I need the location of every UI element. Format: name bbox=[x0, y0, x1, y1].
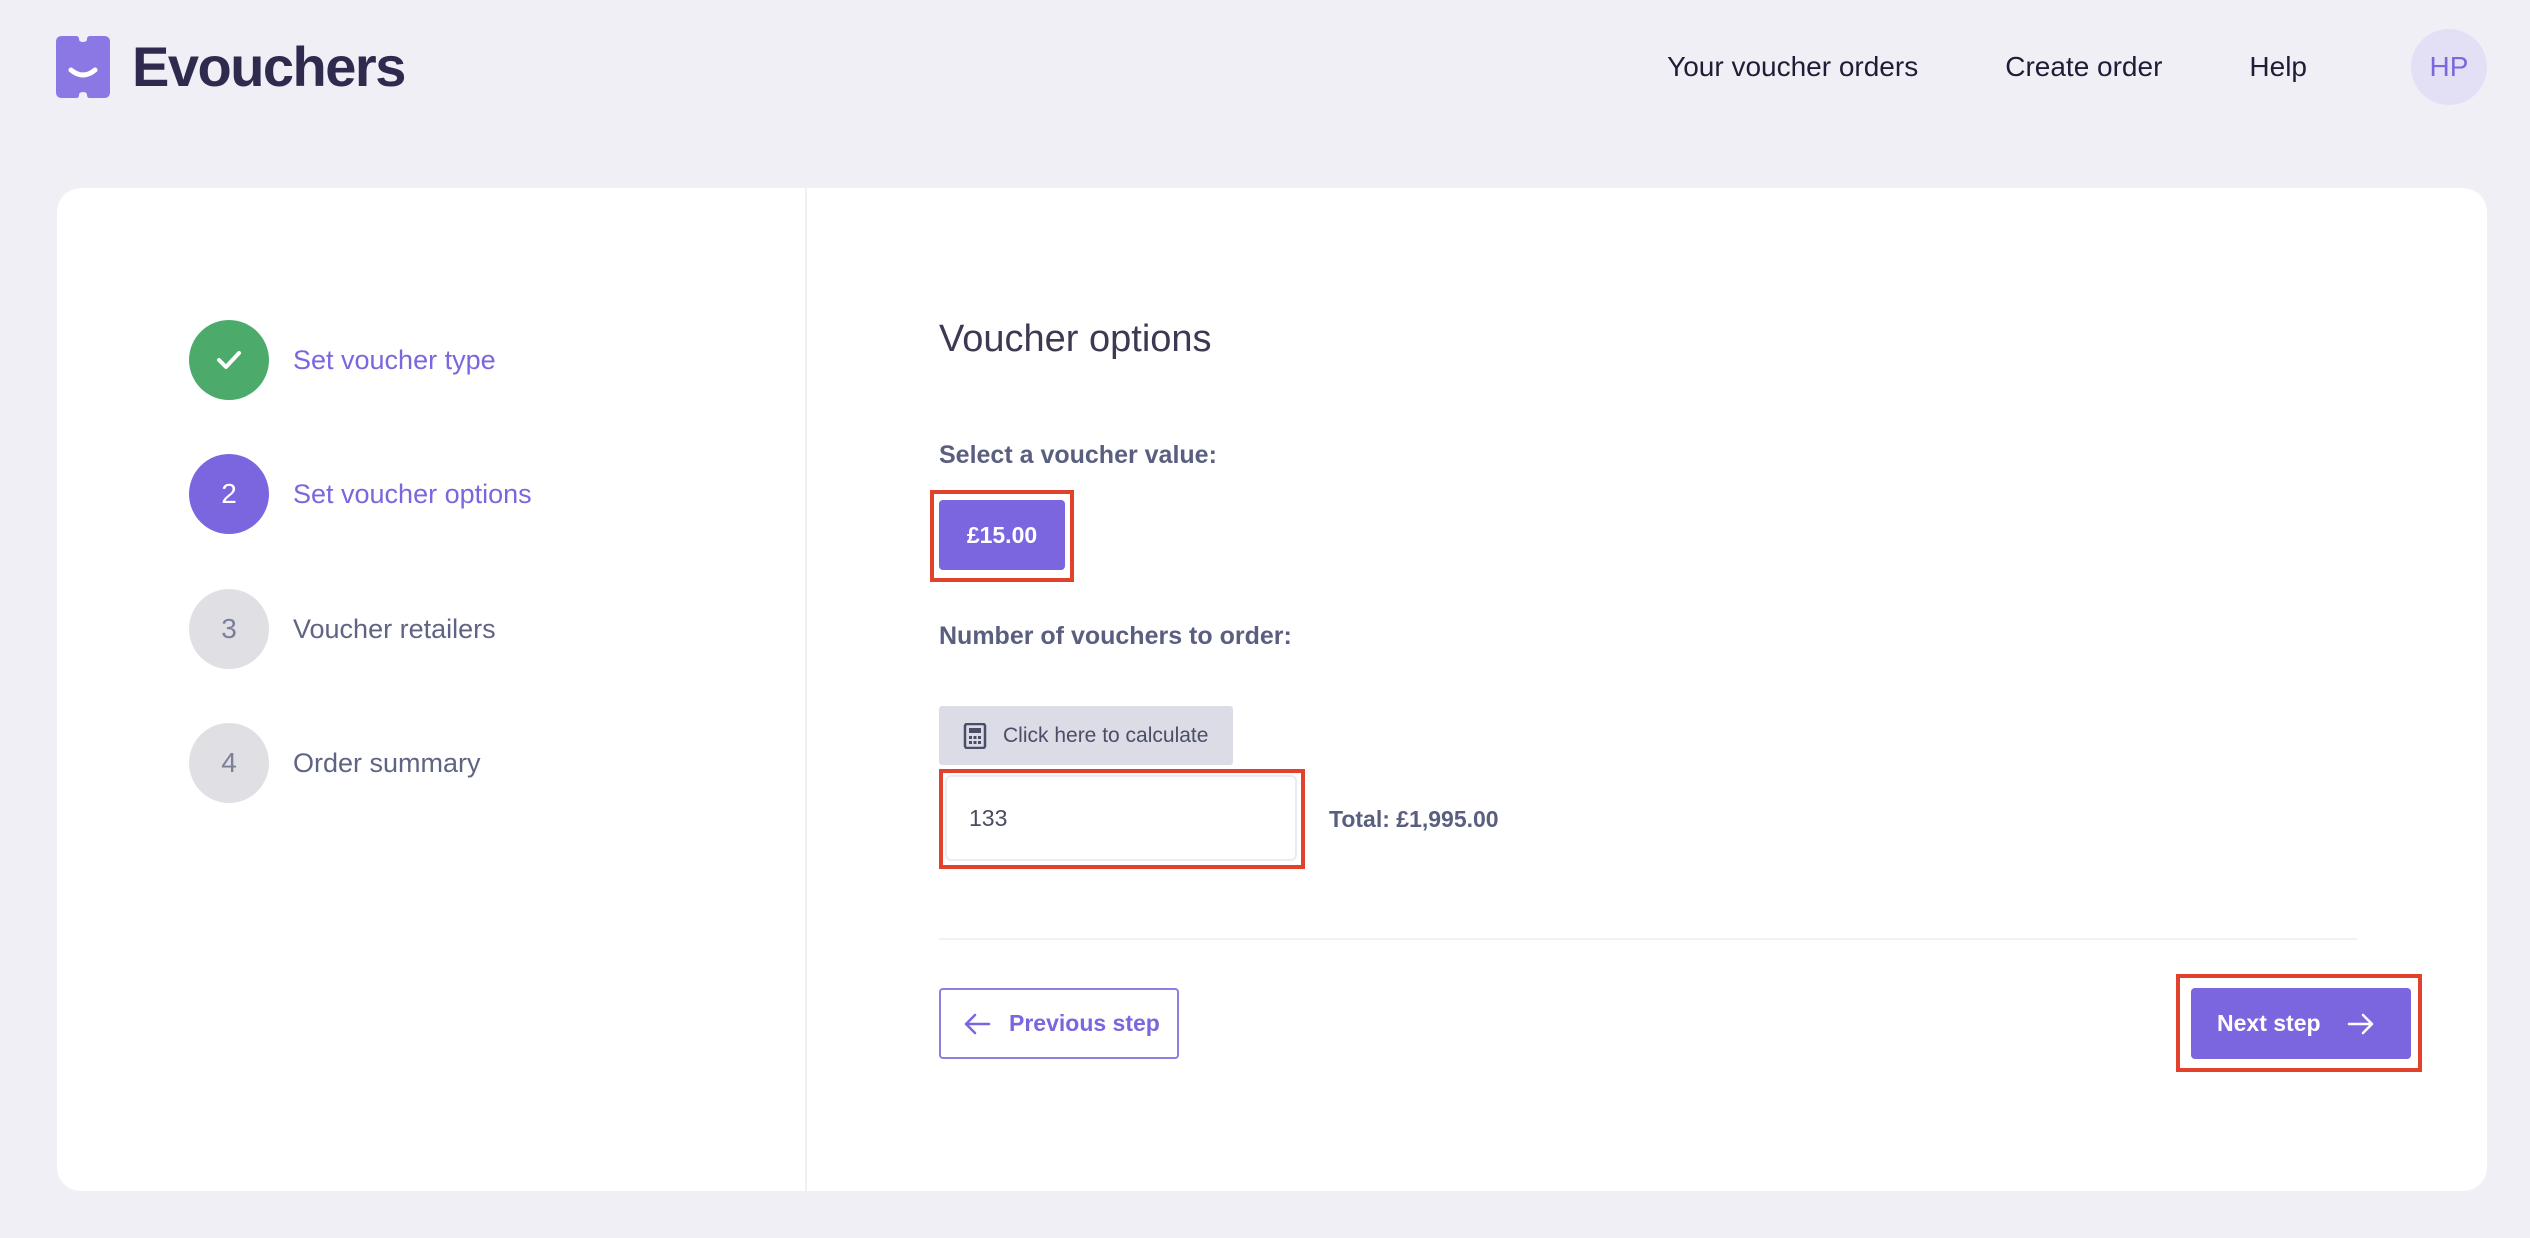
user-avatar[interactable]: HP bbox=[2411, 29, 2487, 105]
step-2-circle: 2 bbox=[189, 454, 269, 534]
previous-step-label: Previous step bbox=[1009, 1010, 1160, 1037]
arrow-right-icon bbox=[2347, 1012, 2375, 1036]
voucher-value-label: Select a voucher value: bbox=[939, 441, 1217, 470]
step-label: Order summary bbox=[293, 748, 481, 779]
calculator-icon bbox=[963, 723, 987, 749]
check-icon bbox=[214, 348, 244, 372]
step-order-summary[interactable]: 4 Order summary bbox=[189, 723, 689, 803]
arrow-left-icon bbox=[963, 1012, 991, 1036]
calculate-button-label: Click here to calculate bbox=[1003, 724, 1208, 748]
step-set-voucher-type[interactable]: Set voucher type bbox=[189, 320, 689, 400]
order-total: Total: £1,995.00 bbox=[1329, 806, 1499, 833]
quantity-input[interactable] bbox=[945, 775, 1297, 861]
horizontal-divider bbox=[939, 938, 2357, 940]
brand-name: Evouchers bbox=[132, 36, 405, 98]
step-4-circle: 4 bbox=[189, 723, 269, 803]
voucher-value-button[interactable]: £15.00 bbox=[939, 500, 1065, 570]
calculate-button[interactable]: Click here to calculate bbox=[939, 706, 1233, 765]
vertical-divider bbox=[805, 188, 807, 1191]
step-set-voucher-options[interactable]: 2 Set voucher options bbox=[189, 454, 689, 534]
main-nav: Your voucher orders Create order Help HP bbox=[1667, 0, 2530, 134]
step-label: Set voucher type bbox=[293, 345, 496, 376]
top-header: Evouchers Your voucher orders Create ord… bbox=[0, 0, 2530, 134]
nav-your-voucher-orders[interactable]: Your voucher orders bbox=[1667, 53, 1918, 81]
nav-create-order[interactable]: Create order bbox=[2005, 53, 2162, 81]
step-3-circle: 3 bbox=[189, 589, 269, 669]
quantity-label: Number of vouchers to order: bbox=[939, 622, 1292, 651]
next-step-button[interactable]: Next step bbox=[2191, 988, 2411, 1059]
previous-step-button[interactable]: Previous step bbox=[939, 988, 1179, 1059]
logo-link[interactable]: Evouchers bbox=[56, 36, 405, 98]
order-card: Set voucher type 2 Set voucher options 3… bbox=[57, 188, 2487, 1191]
step-label: Voucher retailers bbox=[293, 614, 496, 645]
next-step-label: Next step bbox=[2217, 1010, 2321, 1037]
page-title: Voucher options bbox=[939, 318, 1212, 361]
logo-icon bbox=[56, 36, 110, 98]
step-label: Set voucher options bbox=[293, 479, 532, 510]
voucher-options-panel: Voucher options Select a voucher value: … bbox=[939, 188, 2419, 1191]
nav-help[interactable]: Help bbox=[2249, 53, 2307, 81]
step-voucher-retailers[interactable]: 3 Voucher retailers bbox=[189, 589, 689, 669]
step-1-circle bbox=[189, 320, 269, 400]
